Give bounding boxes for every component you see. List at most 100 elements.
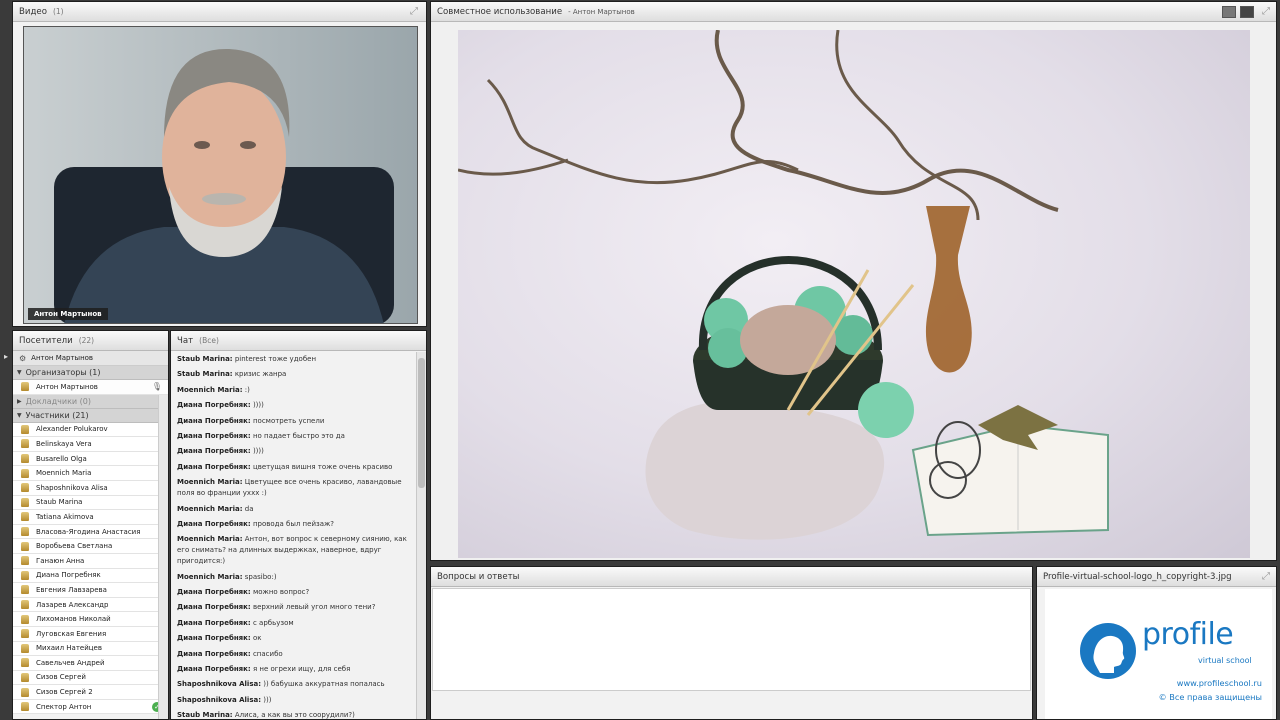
chat-text: но падает быстро это да: [252, 431, 345, 440]
expand-triangle-icon[interactable]: ▼: [17, 369, 22, 376]
qa-pod-header: Вопросы и ответы: [431, 567, 1032, 587]
attendees-pod-count: (22): [78, 336, 95, 345]
microphone-icon: 🎙: [151, 382, 162, 392]
chat-pod-header: Чат (Все): [171, 331, 426, 351]
chat-scrollbar[interactable]: [416, 352, 426, 719]
chat-text: спасибо: [252, 649, 283, 658]
video-pod-count: (1): [52, 7, 64, 16]
logo-image: profile virtual school www.profileschool…: [1045, 589, 1272, 719]
participant-icon: [21, 512, 29, 522]
list-item[interactable]: Alexander Polukarov: [13, 422, 168, 438]
chat-text: я не огрехи ищу, для себя: [252, 665, 351, 674]
logo-url: www.profileschool.ru: [1176, 678, 1262, 688]
list-item[interactable]: Власова-Ягодина Анастасия: [13, 524, 168, 540]
fit-screen-icon[interactable]: [1240, 6, 1254, 18]
attendee-name: Диана Погребняк: [36, 571, 101, 580]
chat-message: Диана Погребняк: я не огрехи ищу, для се…: [177, 664, 407, 675]
chat-message: Диана Погребняк: ок: [177, 633, 407, 644]
webcam-feed: Антон Мартынов: [23, 26, 418, 324]
chat-message: Диана Погребняк: )))): [177, 446, 407, 457]
chat-scroll-thumb[interactable]: [418, 358, 425, 488]
chat-message: Moennich Maria: Цветущее все очень краси…: [177, 477, 407, 499]
attendee-name: Alexander Polukarov: [36, 425, 108, 434]
list-item[interactable]: Tatiana Akimova: [13, 510, 168, 525]
list-item[interactable]: Воробьева Светлана: [13, 539, 168, 554]
presenter-row[interactable]: ⚙ Антон Мартынов: [13, 351, 168, 366]
chat-message: Moennich Maria: :): [177, 385, 407, 396]
participant-icon: [21, 556, 29, 566]
attendee-name: Антон Мартынов: [36, 382, 98, 391]
qa-pod-title: Вопросы и ответы: [437, 571, 520, 582]
video-pod-title: Видео: [19, 6, 47, 17]
attendees-scrollbar[interactable]: [158, 395, 168, 719]
chat-author: Moennich Maria:: [177, 572, 243, 581]
chat-author: Диана Погребняк:: [177, 519, 251, 528]
attendee-name: Михаил Натейцев: [36, 644, 102, 653]
chat-message: Staub Marina: кризис жанра: [177, 369, 407, 380]
attendee-name: Лазарев Александр: [36, 600, 109, 609]
webcam-image: [24, 27, 417, 323]
collapse-arrow-icon[interactable]: ▸: [4, 352, 8, 361]
attendee-name: Tatiana Akimova: [36, 512, 94, 521]
list-item[interactable]: Сизов Сергей: [13, 670, 168, 686]
chat-text: spasibo:): [244, 572, 277, 581]
chat-text: :): [244, 385, 250, 394]
group-participants[interactable]: ▼ Участники (21): [13, 408, 168, 423]
expand-triangle-icon[interactable]: ▼: [17, 412, 22, 419]
chat-text: провода был пейзаж?: [252, 519, 335, 528]
attendee-name: Власова-Ягодина Анастасия: [36, 527, 141, 536]
participant-icon: [21, 541, 29, 551]
qa-question-list[interactable]: [432, 588, 1031, 691]
attendees-pod-header: Посетители (22): [13, 331, 168, 351]
view-mode-icon[interactable]: [1222, 6, 1236, 18]
list-item[interactable]: Лазарев Александр: [13, 597, 168, 613]
chat-message: Staub Marina: pinterest тоже удобен: [177, 354, 407, 365]
list-item[interactable]: Shaposhnikova Alisa: [13, 480, 168, 496]
participant-icon: [21, 483, 29, 493]
collapse-triangle-icon[interactable]: ▶: [17, 398, 22, 405]
chat-pod-title: Чат: [177, 335, 194, 346]
fullscreen-icon[interactable]: ⤢: [408, 6, 420, 18]
attendee-name: Staub Marina: [36, 498, 83, 507]
attendee-name: Shaposhnikova Alisa: [36, 483, 108, 492]
chat-author: Диана Погребняк:: [177, 649, 251, 658]
list-item[interactable]: Belinskaya Vera: [13, 437, 168, 452]
list-item[interactable]: Луговская Евгения: [13, 626, 168, 642]
participant-icon: [21, 600, 29, 610]
group-speakers[interactable]: ▶ Докладчики (0): [13, 394, 168, 409]
fullscreen-icon[interactable]: ⤢: [1260, 6, 1272, 18]
list-item[interactable]: Михаил Натейцев: [13, 641, 168, 657]
group-label: Докладчики (0): [25, 396, 91, 406]
chat-text: можно вопрос?: [252, 588, 310, 597]
organizer-icon: [21, 382, 29, 392]
list-item[interactable]: Диана Погребняк: [13, 568, 168, 584]
chat-message: Диана Погребняк: провода был пейзаж?: [177, 519, 407, 530]
list-item[interactable]: Staub Marina: [13, 495, 168, 511]
list-item[interactable]: Савельчев Андрей: [13, 656, 168, 671]
chat-message: Moennich Maria: da: [177, 504, 407, 515]
attendee-name: Воробьева Светлана: [36, 542, 113, 551]
chat-scope[interactable]: (Все): [199, 336, 219, 345]
list-item[interactable]: Moennich Maria: [13, 466, 168, 481]
list-item[interactable]: Сизов Сергей 2: [13, 685, 168, 700]
participant-icon: [21, 424, 29, 434]
chat-message: Staub Marina: Алиса, а как вы это сооруд…: [177, 710, 407, 719]
logo-wordmark: profile: [1142, 617, 1234, 652]
attendee-name: Спектор Антон: [36, 702, 92, 711]
chat-message: Диана Погребняк: спасибо: [177, 649, 407, 660]
list-item[interactable]: Ганаюн Анна: [13, 553, 168, 569]
chat-text: )))): [252, 401, 264, 410]
qa-pod: Вопросы и ответы: [430, 566, 1033, 720]
list-item[interactable]: Busarello Olga: [13, 451, 168, 467]
list-item[interactable]: Лихоманов Николай: [13, 612, 168, 627]
chat-messages: Staub Marina: pinterest тоже удобен Staub…: [171, 351, 426, 719]
logo-tagline: virtual school: [1198, 656, 1252, 665]
fullscreen-icon[interactable]: ⤢: [1260, 571, 1272, 583]
share-pod-header: Совместное использование - Антон Мартыно…: [431, 2, 1276, 22]
group-organizers[interactable]: ▼ Организаторы (1): [13, 366, 168, 380]
list-item[interactable]: Антон Мартынов 🎙: [13, 380, 168, 395]
list-item[interactable]: Евгения Лавзарева: [13, 583, 168, 598]
list-item[interactable]: Спектор Антон ✓: [13, 699, 168, 715]
chat-message: Диана Погребняк: )))): [177, 400, 407, 411]
attendee-name: Евгения Лавзарева: [36, 585, 107, 594]
